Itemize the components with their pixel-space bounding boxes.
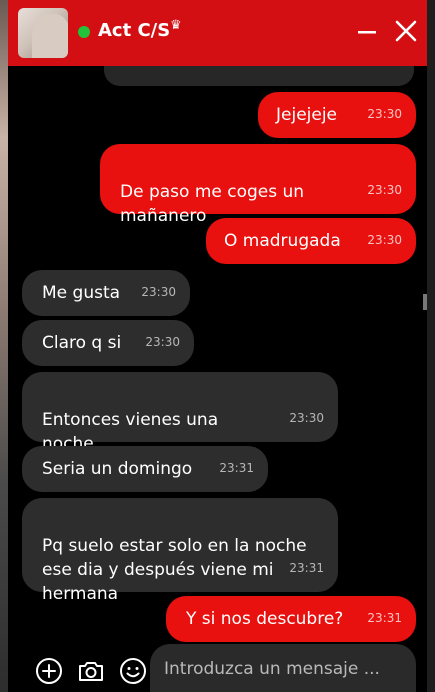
message-time: 23:31 [219,461,254,475]
message-time: 23:30 [289,411,324,425]
message-time: 23:30 [367,107,402,121]
message-time: 23:30 [145,335,180,349]
message-time: 23:31 [367,611,402,625]
scrollbar-thumb[interactable] [423,294,427,310]
add-icon [36,658,62,684]
message-incoming[interactable]: Me gusta 23:30 [22,270,190,316]
camera-button[interactable] [76,656,106,686]
message-outgoing[interactable]: Y si nos descubre? 23:31 [166,596,416,642]
crown-icon: ♛ [170,18,182,33]
close-icon [395,20,417,42]
message-list[interactable]: Jejejeje 23:30 De paso me coges un mañan… [8,66,427,642]
add-button[interactable] [34,656,64,686]
message-outgoing[interactable]: Jejejeje 23:30 [258,92,416,138]
minimize-icon [358,31,376,34]
message-input[interactable] [150,644,416,692]
chat-window: Act C/S ♛ Jejejeje 23:30 De paso me coge… [8,0,427,692]
emoji-icon [120,658,146,684]
message-text: Y si nos descubre? [186,609,344,629]
camera-icon [79,662,103,681]
message-time: 23:30 [141,285,176,299]
emoji-button[interactable] [118,656,148,686]
message-time: 23:30 [367,233,402,247]
close-button[interactable] [393,18,419,44]
avatar[interactable] [18,8,68,58]
previous-message-bubble [104,66,414,86]
composer-bar [8,642,427,692]
message-outgoing[interactable]: O madrugada 23:30 [206,218,416,264]
message-incoming[interactable]: Entonces vienes una noche 23:30 [22,372,338,454]
message-text: Seria un domingo [42,459,193,479]
message-incoming[interactable]: Claro q si 23:30 [22,320,194,366]
chat-title[interactable]: Act C/S [98,20,170,41]
message-incoming[interactable]: Pq suelo estar solo en la noche ese dia … [22,498,338,604]
chat-header: Act C/S ♛ [8,0,427,66]
message-outgoing[interactable]: De paso me coges un mañanero 23:30 [100,144,416,226]
message-time: 23:31 [289,561,324,575]
message-incoming[interactable]: Seria un domingo 23:31 [22,446,268,492]
online-status-icon [78,26,90,38]
message-time: 23:30 [367,183,402,197]
minimize-button[interactable] [355,20,379,44]
